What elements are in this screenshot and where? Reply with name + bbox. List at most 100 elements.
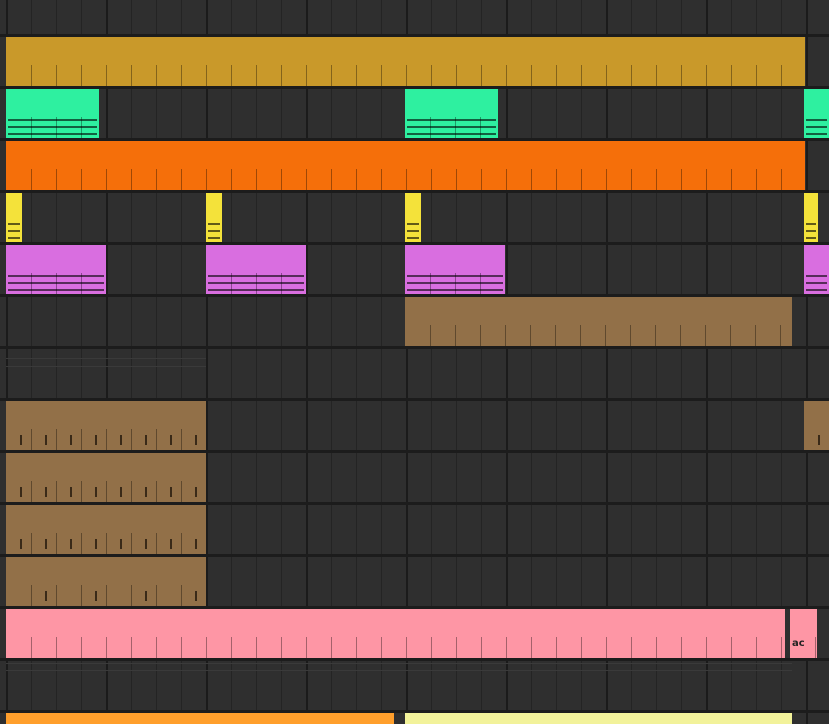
clip-content[interactable] xyxy=(6,219,22,242)
clip-content[interactable] xyxy=(6,427,206,450)
clip-beat-tick xyxy=(705,325,706,346)
timeline-ruler-strip[interactable] xyxy=(0,0,829,34)
clip-orange[interactable] xyxy=(6,141,805,190)
clip-header[interactable] xyxy=(6,141,805,167)
clip-content[interactable] xyxy=(6,167,805,190)
clip-content[interactable] xyxy=(6,531,206,554)
clip-beat-tick xyxy=(756,637,757,658)
clip-header[interactable] xyxy=(206,193,222,219)
clip-header[interactable] xyxy=(405,193,421,219)
clip-content[interactable] xyxy=(6,115,99,138)
clip-beat-tick xyxy=(581,637,582,658)
clip-pale-yellow[interactable] xyxy=(405,713,792,724)
clip-violet[interactable] xyxy=(804,245,829,294)
clip-beat-tick xyxy=(556,169,557,190)
clip-brown-midi[interactable] xyxy=(6,505,206,554)
clip-header[interactable] xyxy=(804,193,818,219)
empty-clip-strip xyxy=(6,670,792,671)
clip-beat-tick xyxy=(181,585,182,606)
clip-yellow[interactable] xyxy=(405,193,421,242)
clip-content[interactable] xyxy=(6,479,206,502)
clip-header[interactable] xyxy=(6,557,206,583)
clip-content[interactable] xyxy=(804,427,829,450)
track-lane-separator xyxy=(0,658,829,661)
clip-brown-midi[interactable] xyxy=(6,453,206,502)
clip-header[interactable] xyxy=(206,245,306,271)
clip-header[interactable] xyxy=(6,193,22,219)
clip-content[interactable] xyxy=(206,271,306,294)
clip-header[interactable] xyxy=(405,713,792,724)
waveform-line xyxy=(8,282,104,284)
clip-content[interactable] xyxy=(804,271,829,294)
clip-gold[interactable] xyxy=(6,37,805,86)
clip-green[interactable] xyxy=(804,89,829,138)
clip-beat-tick xyxy=(756,169,757,190)
clip-beat-tick xyxy=(506,169,507,190)
clip-violet[interactable] xyxy=(405,245,505,294)
clip-content[interactable] xyxy=(405,323,792,346)
arrangement-view[interactable]: ac xyxy=(0,0,829,724)
clip-header[interactable] xyxy=(6,609,785,635)
clip-yellow[interactable] xyxy=(6,193,22,242)
clip-beat-tick xyxy=(256,65,257,86)
clip-header[interactable] xyxy=(804,245,829,271)
waveform-line xyxy=(806,133,827,135)
clip-content[interactable] xyxy=(405,271,505,294)
clip-header[interactable] xyxy=(405,245,505,271)
clip-header[interactable] xyxy=(6,713,394,724)
clip-content[interactable] xyxy=(804,219,818,242)
midi-note xyxy=(145,539,147,549)
clip-beat-tick xyxy=(456,65,457,86)
clip-beat-tick xyxy=(131,481,132,502)
clip-header[interactable] xyxy=(790,609,817,635)
clip-beat-tick xyxy=(656,169,657,190)
clip-brown-long[interactable] xyxy=(405,297,792,346)
clip-header[interactable] xyxy=(804,89,829,115)
clip-beat-tick xyxy=(606,65,607,86)
clip-beat-tick xyxy=(605,325,606,346)
clip-header[interactable] xyxy=(6,505,206,531)
clip-content[interactable] xyxy=(405,115,498,138)
clip-header[interactable] xyxy=(804,401,829,427)
clip-green[interactable] xyxy=(6,89,99,138)
clip-header[interactable] xyxy=(6,37,805,63)
waveform-line xyxy=(407,282,503,284)
waveform-line xyxy=(407,133,496,135)
waveform-line xyxy=(806,282,827,284)
clip-yellow[interactable] xyxy=(804,193,818,242)
clip-beat-tick xyxy=(31,637,32,658)
waveform-line xyxy=(208,282,304,284)
clip-beat-tick xyxy=(131,533,132,554)
clip-header[interactable] xyxy=(405,297,792,323)
clip-brown-midi[interactable] xyxy=(6,401,206,450)
clip-content[interactable] xyxy=(804,115,829,138)
clip-content[interactable] xyxy=(6,271,106,294)
clip-header[interactable] xyxy=(6,453,206,479)
midi-note xyxy=(170,435,172,445)
clip-content[interactable] xyxy=(405,219,421,242)
clip-beat-tick xyxy=(431,65,432,86)
clip-beat-tick xyxy=(231,169,232,190)
clip-pink[interactable] xyxy=(6,609,785,658)
clip-beat-tick xyxy=(756,65,757,86)
clip-header[interactable] xyxy=(6,245,106,271)
clip-violet[interactable] xyxy=(206,245,306,294)
clip-beat-tick xyxy=(431,637,432,658)
clip-header[interactable] xyxy=(405,89,498,115)
clip-beat-tick xyxy=(56,169,57,190)
clip-content[interactable] xyxy=(6,635,785,658)
clip-content[interactable] xyxy=(6,583,206,606)
clip-content[interactable] xyxy=(6,63,805,86)
clip-yellow[interactable] xyxy=(206,193,222,242)
clip-violet[interactable] xyxy=(6,245,106,294)
clip-brown-midi[interactable] xyxy=(6,557,206,606)
clip-beat-tick xyxy=(431,169,432,190)
clip-beat-tick xyxy=(556,65,557,86)
clip-content[interactable] xyxy=(206,219,222,242)
clip-green[interactable] xyxy=(405,89,498,138)
clip-light-orange[interactable] xyxy=(6,713,394,724)
clip-header[interactable] xyxy=(6,89,99,115)
clip-brown-midi[interactable] xyxy=(804,401,829,450)
clip-pink-small[interactable]: ac xyxy=(790,609,817,658)
clip-header[interactable] xyxy=(6,401,206,427)
